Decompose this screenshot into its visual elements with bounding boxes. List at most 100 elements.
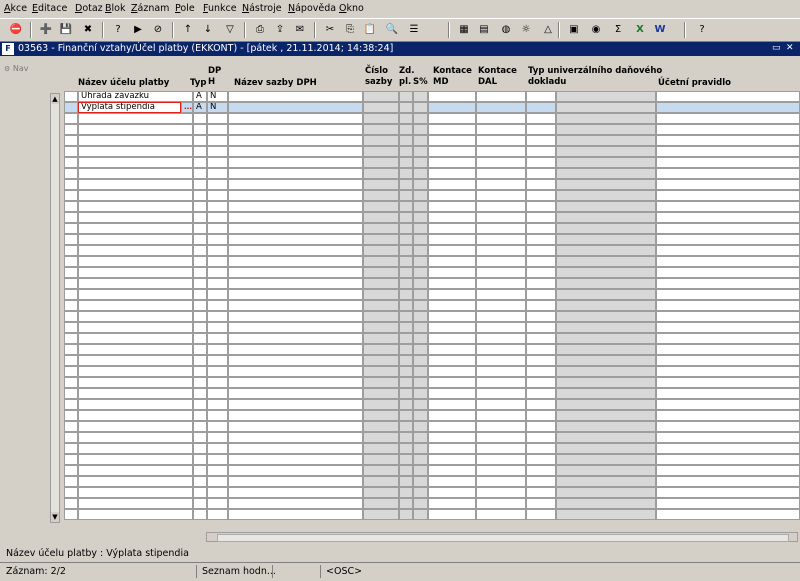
cell-typ[interactable] (193, 355, 207, 366)
cell-sel[interactable] (64, 498, 78, 509)
cell-zd[interactable] (399, 267, 413, 278)
cell-md[interactable] (428, 322, 476, 333)
cell-zd[interactable] (399, 344, 413, 355)
cell-rule[interactable] (656, 256, 800, 267)
cell-name[interactable] (78, 454, 193, 465)
cell-dal[interactable] (476, 300, 526, 311)
cell-rate_no[interactable] (363, 465, 399, 476)
cell-dal[interactable] (476, 399, 526, 410)
cell-dal[interactable] (476, 267, 526, 278)
cell-rule[interactable] (656, 146, 800, 157)
cell-name[interactable] (78, 399, 193, 410)
cell-dal[interactable] (476, 454, 526, 465)
cell-sel[interactable] (64, 234, 78, 245)
cell-dal[interactable] (476, 201, 526, 212)
sum-icon[interactable]: Σ (610, 22, 626, 38)
cell-dal[interactable] (476, 234, 526, 245)
cell-pct[interactable] (413, 333, 428, 344)
cell-sel[interactable] (64, 465, 78, 476)
cell-doc_code[interactable] (526, 289, 556, 300)
cell-dal[interactable] (476, 487, 526, 498)
cell-doc_type[interactable] (556, 432, 656, 443)
cell-sel[interactable] (64, 223, 78, 234)
cell-dph[interactable] (207, 498, 228, 509)
cell-pct[interactable] (413, 465, 428, 476)
cell-name[interactable] (78, 212, 193, 223)
cell-name[interactable] (78, 509, 193, 520)
cell-vat_name[interactable] (228, 432, 363, 443)
cell-doc_type[interactable] (556, 91, 656, 102)
cell-typ[interactable] (193, 443, 207, 454)
scroll-thumb[interactable] (217, 534, 789, 542)
cell-typ[interactable]: A (193, 91, 207, 102)
cell-rule[interactable] (656, 377, 800, 388)
cell-rate_no[interactable] (363, 201, 399, 212)
cell-doc_code[interactable] (526, 465, 556, 476)
cell-doc_code[interactable] (526, 311, 556, 322)
cell-md[interactable] (428, 289, 476, 300)
cell-typ[interactable] (193, 311, 207, 322)
cell-doc_type[interactable] (556, 311, 656, 322)
cell-md[interactable] (428, 333, 476, 344)
cell-vat_name[interactable] (228, 245, 363, 256)
cell-zd[interactable] (399, 377, 413, 388)
cell-rate_no[interactable] (363, 476, 399, 487)
cell-name[interactable] (78, 498, 193, 509)
cell-doc_type[interactable] (556, 212, 656, 223)
cell-pct[interactable] (413, 91, 428, 102)
cell-doc_type[interactable] (556, 135, 656, 146)
cell-dph[interactable] (207, 146, 228, 157)
cell-vat_name[interactable] (228, 421, 363, 432)
cell-vat_name[interactable] (228, 234, 363, 245)
cell-name[interactable]: Výplata stipendia (78, 102, 181, 113)
cell-doc_type[interactable] (556, 267, 656, 278)
cell-name[interactable] (78, 289, 193, 300)
cell-md[interactable] (428, 135, 476, 146)
cell-rule[interactable] (656, 366, 800, 377)
cell-name[interactable] (78, 377, 193, 388)
cell-doc_type[interactable] (556, 190, 656, 201)
cell-doc_code[interactable] (526, 366, 556, 377)
cell-sel[interactable] (64, 146, 78, 157)
warning-icon[interactable]: △ (540, 22, 556, 38)
cell-typ[interactable] (193, 333, 207, 344)
cell-doc_type[interactable] (556, 388, 656, 399)
cell-vat_name[interactable] (228, 113, 363, 124)
mail-icon[interactable]: ✉ (292, 22, 308, 38)
cell-pct[interactable] (413, 201, 428, 212)
cell-pct[interactable] (413, 267, 428, 278)
cell-pct[interactable] (413, 102, 428, 113)
cell-name[interactable] (78, 201, 193, 212)
cell-md[interactable] (428, 344, 476, 355)
cell-rule[interactable] (656, 311, 800, 322)
cell-rule[interactable] (656, 289, 800, 300)
cell-sel[interactable] (64, 300, 78, 311)
cell-sel[interactable] (64, 509, 78, 520)
cell-sel[interactable] (64, 487, 78, 498)
cell-sel[interactable] (64, 102, 78, 113)
cell-dph[interactable] (207, 476, 228, 487)
cell-vat_name[interactable] (228, 509, 363, 520)
cell-typ[interactable] (193, 234, 207, 245)
cell-rate_no[interactable] (363, 432, 399, 443)
cell-sel[interactable] (64, 410, 78, 421)
cell-doc_code[interactable] (526, 421, 556, 432)
cell-doc_code[interactable] (526, 443, 556, 454)
cell-dph[interactable] (207, 355, 228, 366)
cell-vat_name[interactable] (228, 476, 363, 487)
cell-rate_no[interactable] (363, 443, 399, 454)
cell-doc_code[interactable] (526, 146, 556, 157)
cell-dal[interactable] (476, 311, 526, 322)
cell-pct[interactable] (413, 443, 428, 454)
cell-doc_code[interactable] (526, 212, 556, 223)
cell-dph[interactable] (207, 509, 228, 520)
cell-doc_code[interactable] (526, 278, 556, 289)
cell-dph[interactable] (207, 443, 228, 454)
cell-doc_type[interactable] (556, 333, 656, 344)
cell-doc_code[interactable] (526, 157, 556, 168)
cell-zd[interactable] (399, 454, 413, 465)
cell-zd[interactable] (399, 476, 413, 487)
cell-sel[interactable] (64, 333, 78, 344)
cell-dph[interactable] (207, 124, 228, 135)
cell-dph[interactable] (207, 366, 228, 377)
